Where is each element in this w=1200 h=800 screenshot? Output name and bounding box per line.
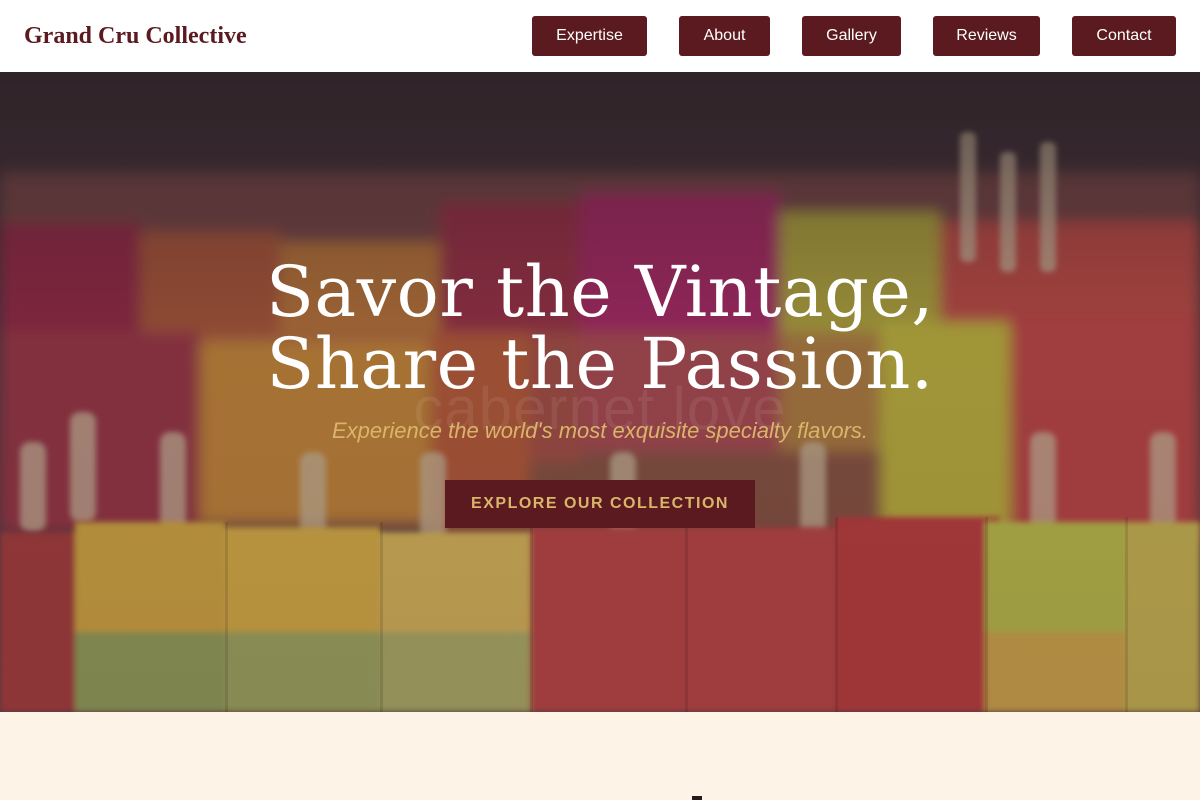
site-header: Grand Cru Collective Expertise About Gal… — [0, 0, 1200, 72]
hero-section: cabernet.love Savor the Vintage, Share t… — [0, 72, 1200, 712]
main-nav: Expertise About Gallery Reviews Contact — [0, 16, 1200, 56]
hero-title-line1: Savor the Vintage, — [265, 251, 935, 333]
nav-reviews-button[interactable]: Reviews — [933, 16, 1040, 56]
nav-about-button[interactable]: About — [679, 16, 770, 56]
section-heading-fragment — [692, 796, 702, 800]
hero-title: Savor the Vintage, Share the Passion. — [0, 256, 1200, 400]
nav-expertise-button[interactable]: Expertise — [532, 16, 647, 56]
nav-contact-button[interactable]: Contact — [1072, 16, 1176, 56]
lower-section — [0, 712, 1200, 800]
nav-gallery-button[interactable]: Gallery — [802, 16, 901, 56]
hero-subtitle: Experience the world's most exquisite sp… — [331, 418, 869, 443]
hero-title-line2: Share the Passion. — [266, 323, 934, 405]
explore-collection-button[interactable]: EXPLORE OUR COLLECTION — [445, 480, 755, 528]
